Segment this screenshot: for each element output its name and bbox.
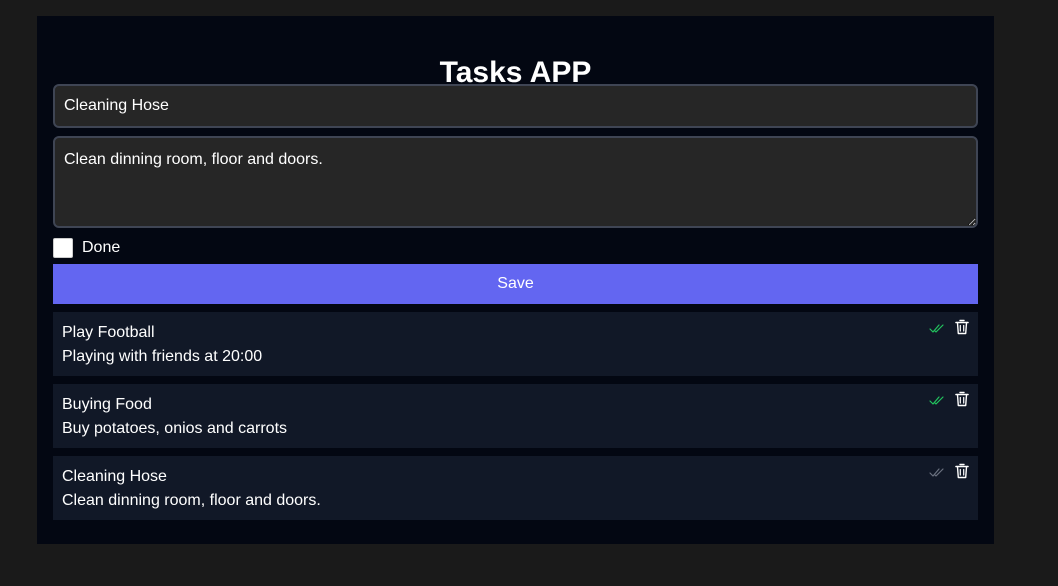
tasks-app: Tasks APP Clean dinning room, floor and … [37,16,994,544]
task-description: Buy potatoes, onios and carrots [62,420,288,437]
trash-icon[interactable] [955,319,969,335]
trash-icon[interactable] [955,391,969,407]
trash-icon[interactable] [955,463,969,479]
task-title: Buying Food [62,396,152,413]
done-row: Done [53,238,120,258]
task-description-textarea[interactable]: Clean dinning room, floor and doors. [53,136,978,228]
task-title-input[interactable] [53,84,978,128]
done-label: Done [82,239,121,256]
save-button[interactable]: Save [53,264,978,304]
done-checkbox[interactable] [53,238,73,258]
double-check-icon[interactable] [929,320,945,336]
double-check-icon[interactable] [929,464,945,480]
double-check-icon[interactable] [929,392,945,408]
task-card: Cleaning Hose Clean dinning room, floor … [53,456,978,520]
task-description: Clean dinning room, floor and doors. [62,492,321,509]
task-title: Cleaning Hose [62,468,167,485]
task-description: Playing with friends at 20:00 [62,348,263,365]
task-title: Play Football [62,324,155,341]
task-card: Play Football Playing with friends at 20… [53,312,978,376]
task-card: Buying Food Buy potatoes, onios and carr… [53,384,978,448]
